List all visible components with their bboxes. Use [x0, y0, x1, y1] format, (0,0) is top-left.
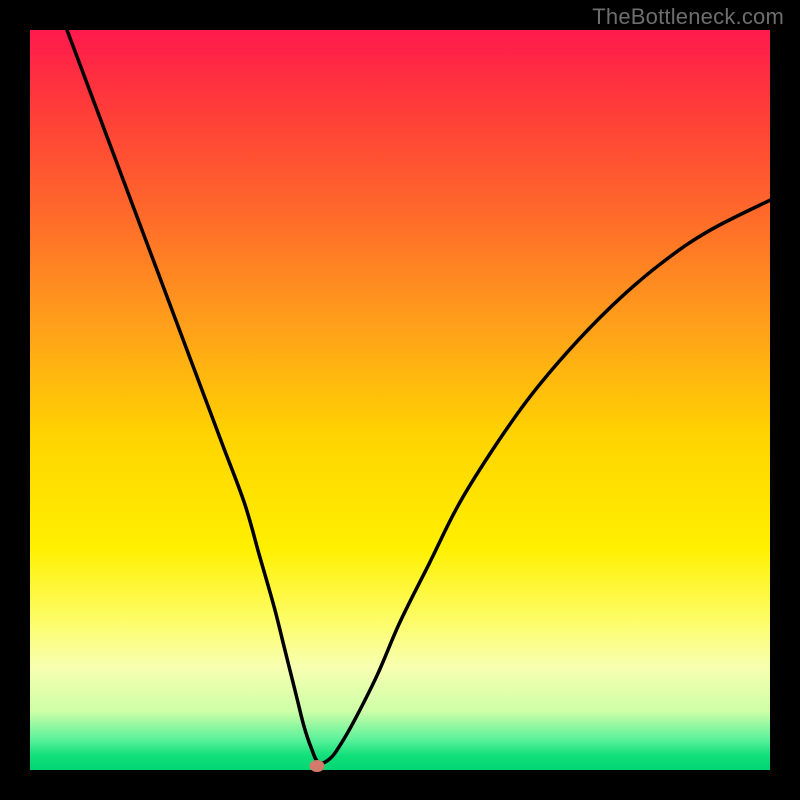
chart-frame: TheBottleneck.com	[0, 0, 800, 800]
optimum-marker	[310, 760, 325, 772]
watermark-text: TheBottleneck.com	[592, 4, 784, 30]
curve-svg	[30, 30, 770, 770]
plot-area	[30, 30, 770, 770]
bottleneck-curve	[67, 30, 770, 763]
